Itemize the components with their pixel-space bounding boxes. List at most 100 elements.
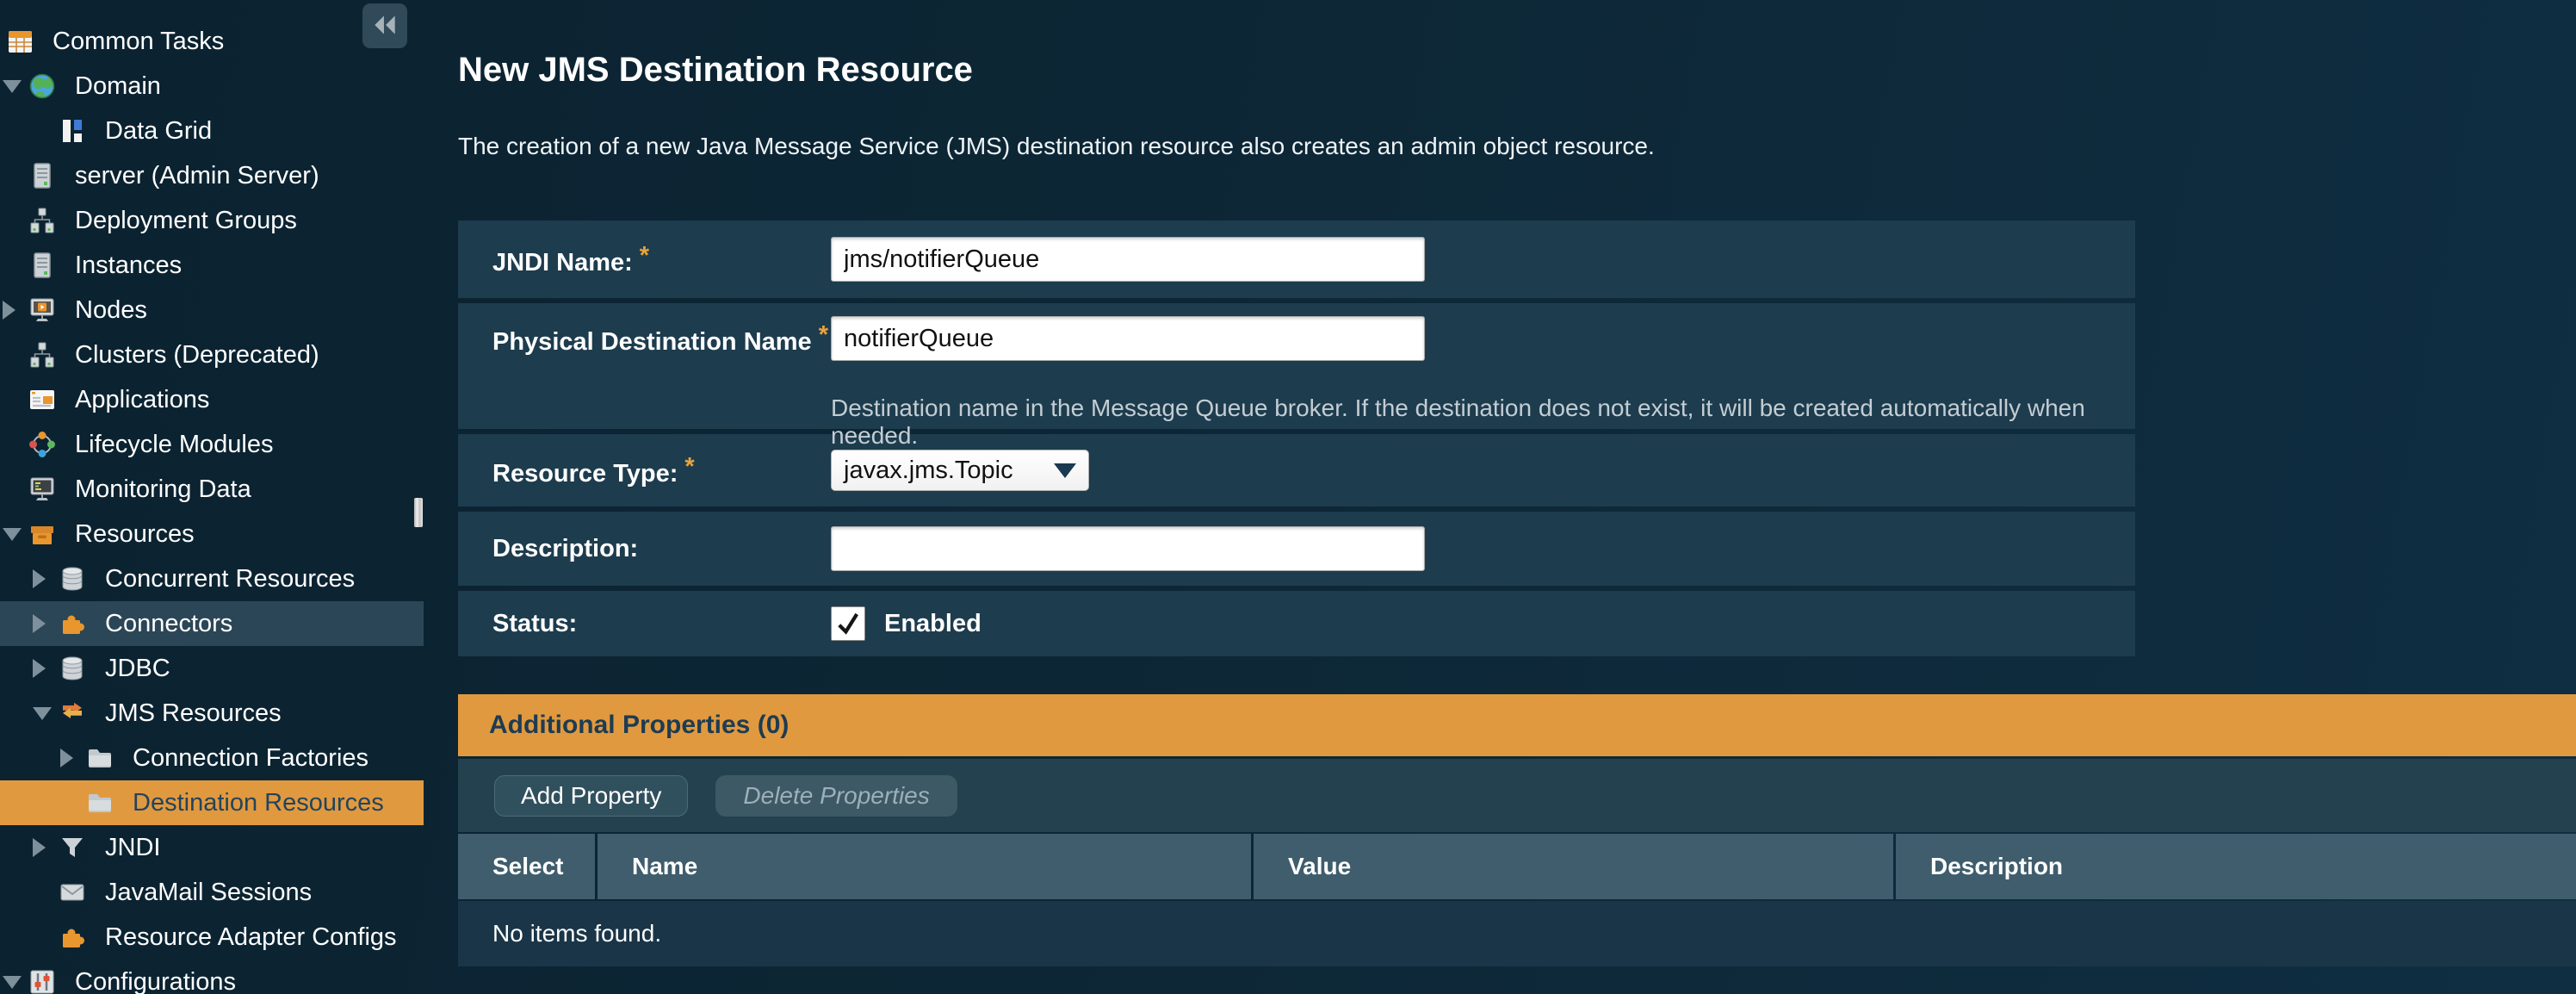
sidebar-item-javamail-sessions[interactable]: JavaMail Sessions [0,870,424,915]
sidebar-item-label: Instances [75,252,182,280]
applications-icon [28,386,56,413]
sidebar-item-label: Domain [75,72,161,101]
jndi-name-label: JNDI Name: [492,242,831,277]
sidebar-item-label: Applications [75,386,209,414]
sidebar-item-data-grid[interactable]: Data Grid [0,109,424,153]
sidebar-item-server-admin-server[interactable]: server (Admin Server) [0,153,424,198]
required-asterisk [640,242,649,270]
sidebar-item-clusters-deprecated[interactable]: Clusters (Deprecated) [0,332,424,377]
server-icon [28,252,56,279]
sidebar-item-instances[interactable]: Instances [0,243,424,288]
mail-icon [59,879,86,906]
tree-arrow-spacer [3,332,28,377]
delete-properties-button[interactable]: Delete Properties [715,775,957,817]
status-checkbox-label: Enabled [884,610,981,638]
tree-toggle-arrow-icon[interactable] [33,825,59,870]
sidebar-item-lifecycle-modules[interactable]: Lifecycle Modules [0,422,424,467]
tree-arrow-spacer [3,153,28,198]
page-title: New JMS Destination Resource [458,50,2576,90]
sidebar-item-concurrent-resources[interactable]: Concurrent Resources [0,556,424,601]
tree-toggle-arrow-icon[interactable] [33,556,59,601]
tree-toggle-arrow-icon[interactable] [33,601,59,646]
sidebar-item-jms-resources[interactable]: JMS Resources [0,691,424,736]
puzzle-icon [59,923,86,951]
destination-resource-form: JNDI Name: Physical Destination Name Des… [458,221,2135,656]
sidebar-item-label: Lifecycle Modules [75,431,274,459]
tree-arrow-spacer [3,243,28,288]
tree-arrow-spacer [3,422,28,467]
add-property-button[interactable]: Add Property [494,775,688,817]
main-content: New JMS Destination Resource The creatio… [424,0,2576,994]
column-header-value: Value [1254,834,1893,899]
tree-toggle-arrow-icon[interactable] [3,288,28,332]
sidebar-item-label: JMS Resources [105,699,282,728]
database-icon [59,655,86,682]
tree-toggle-arrow-icon[interactable] [33,646,59,691]
sidebar-item-common-tasks[interactable]: Common Tasks [0,19,424,64]
dropdown-arrow-icon [1054,463,1076,478]
column-header-description: Description [1896,834,2576,899]
properties-table-header: Select Name Value Description [458,834,2576,899]
sidebar-item-configurations[interactable]: Configurations [0,960,424,994]
resource-type-select[interactable]: javax.jms.Topic [831,450,1089,491]
sidebar-item-connectors[interactable]: Connectors [0,601,424,646]
jms-arrows-icon [59,699,86,727]
properties-toolbar: Add Property Delete Properties [458,759,2576,832]
sidebar-item-domain[interactable]: Domain [0,64,424,109]
sidebar-item-destination-resources[interactable]: Destination Resources [0,780,424,825]
sidebar-item-label: Common Tasks [53,28,224,56]
required-asterisk [684,453,694,481]
tree-toggle-arrow-icon[interactable] [3,64,28,109]
sidebar-item-applications[interactable]: Applications [0,377,424,422]
status-enabled-checkbox[interactable] [831,606,865,641]
column-header-name: Name [598,834,1251,899]
description-input[interactable] [831,526,1425,571]
physical-destination-name-label: Physical Destination Name [492,321,831,357]
tree-toggle-arrow-icon[interactable] [3,512,28,556]
sidebar-item-monitoring-data[interactable]: Monitoring Data [0,467,424,512]
additional-properties-header: Additional Properties (0) [458,694,2576,756]
data-grid-icon [59,117,86,145]
tree-arrow-spacer [33,109,59,153]
description-label: Description: [492,535,831,563]
form-row-physical-destination-name: Physical Destination Name Destination na… [458,303,2135,429]
sidebar-item-label: Data Grid [105,117,212,146]
node-monitor-icon [28,296,56,324]
tree-toggle-arrow-icon[interactable] [3,960,28,994]
database-icon [59,565,86,593]
physical-destination-name-input[interactable] [831,316,1425,361]
sidebar-item-label: Deployment Groups [75,207,297,235]
sidebar-item-label: Connectors [105,610,232,638]
sidebar-scrollbar-thumb[interactable] [414,498,423,527]
resource-type-label: Resource Type: [492,453,831,488]
lifecycle-icon [28,431,56,458]
sidebar-item-label: Connection Factories [133,744,368,773]
form-row-status: Status: Enabled [458,591,2135,656]
additional-properties-title: Additional Properties (0) [489,711,789,740]
form-row-description: Description: [458,512,2135,586]
cluster-icon [28,207,56,234]
sidebar-item-jdbc[interactable]: JDBC [0,646,424,691]
sidebar-item-label: JDBC [105,655,170,683]
sidebar-item-deployment-groups[interactable]: Deployment Groups [0,198,424,243]
jndi-name-input[interactable] [831,237,1425,282]
sidebar-item-resource-adapter-configs[interactable]: Resource Adapter Configs [0,915,424,960]
folder-icon [86,789,114,817]
tree-toggle-arrow-icon[interactable] [33,691,59,736]
status-label: Status: [492,610,831,638]
tree-arrow-spacer [33,915,59,960]
sidebar-item-label: Resources [75,520,195,549]
sidebar-item-connection-factories[interactable]: Connection Factories [0,736,424,780]
form-row-jndi-name: JNDI Name: [458,221,2135,298]
tree-toggle-arrow-icon[interactable] [60,736,86,780]
sidebar-item-label: Resource Adapter Configs [105,923,397,952]
required-asterisk [819,321,828,349]
monitoring-icon [28,475,56,503]
sidebar-item-label: Destination Resources [133,789,384,817]
puzzle-icon [59,610,86,637]
sidebar-item-nodes[interactable]: Nodes [0,288,424,332]
collapse-sidebar-button[interactable] [362,3,407,48]
sidebar-item-resources[interactable]: Resources [0,512,424,556]
sidebar-item-jndi[interactable]: JNDI [0,825,424,870]
sliders-icon [28,968,56,994]
